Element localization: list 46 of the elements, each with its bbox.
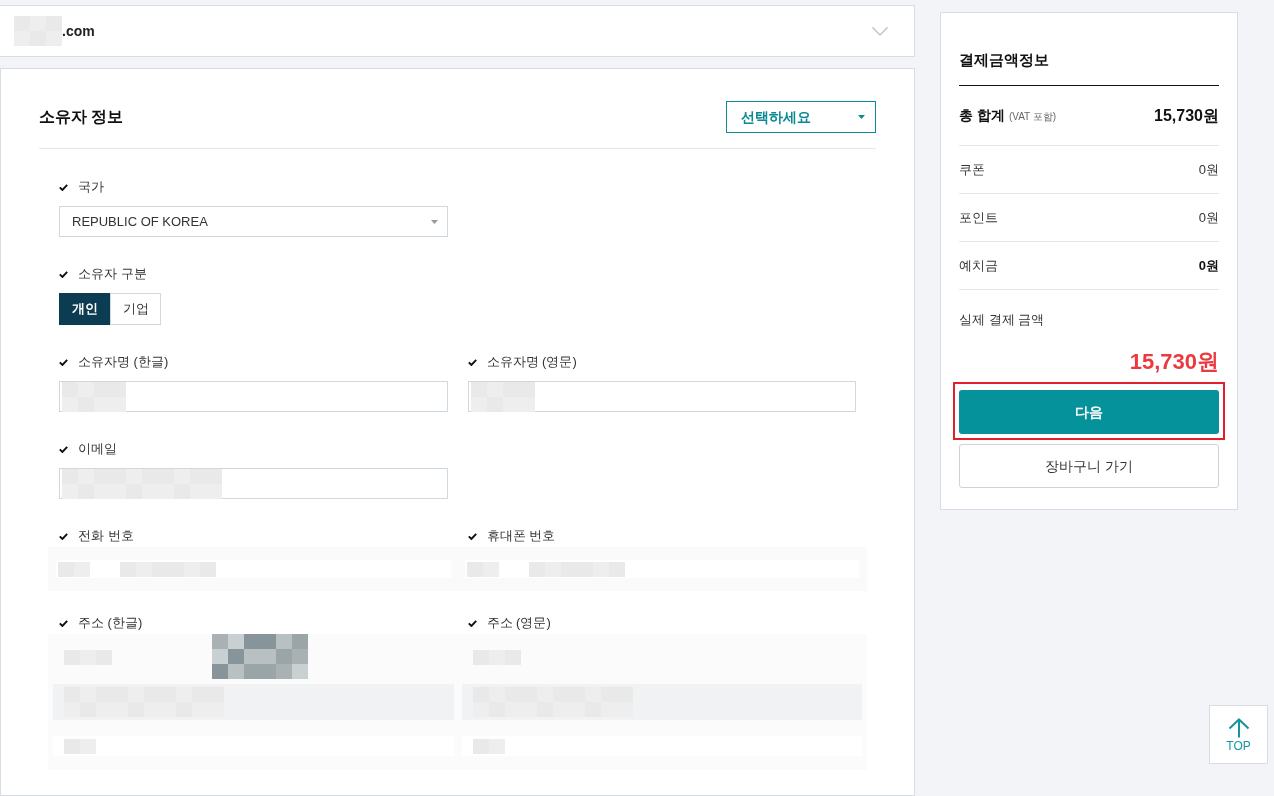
caret-icon <box>858 115 865 119</box>
field-label: 주소 (한글) <box>78 614 143 633</box>
summary-note: (VAT 포함) <box>1008 110 1057 124</box>
field-label: 휴대폰 번호 <box>486 527 556 546</box>
cart-button[interactable]: 장바구니 가기 <box>959 444 1219 488</box>
field-label: 주소 (영문) <box>486 614 551 633</box>
country-select[interactable]: REPUBLIC OF KOREA <box>59 206 448 237</box>
panel-title: 결제금액정보 <box>959 51 1049 68</box>
segment-toggle[interactable]: 기업 <box>110 293 161 325</box>
check-icon <box>59 619 68 627</box>
field-label: 소유자명 (영문) <box>486 353 577 372</box>
scroll-top-button[interactable]: TOP <box>1209 705 1268 764</box>
field-label: 소유자명 (한글) <box>78 353 169 372</box>
section-title: 소유자 정보 <box>39 107 124 127</box>
summary-label: 예치금 <box>959 256 998 275</box>
check-icon <box>59 183 68 191</box>
summary-value: 0원 <box>1198 160 1219 179</box>
segment-toggle[interactable]: 개인 <box>59 293 110 325</box>
final-amount: 15,730원 <box>1129 351 1219 373</box>
check-icon <box>59 358 68 366</box>
caret-icon <box>431 219 438 224</box>
check-icon <box>59 445 68 453</box>
check-icon <box>467 358 477 366</box>
field-label: 이메일 <box>78 440 117 459</box>
check-icon <box>59 270 68 278</box>
check-icon <box>467 532 477 540</box>
summary-value: 0원 <box>1198 208 1219 227</box>
check-icon <box>59 532 68 540</box>
input-field[interactable] <box>467 381 856 412</box>
field-label: 전화 번호 <box>78 527 134 546</box>
chevron-icon[interactable] <box>872 26 888 36</box>
input-field[interactable] <box>59 468 448 499</box>
owner-type-select[interactable]: 선택하세요 <box>726 101 876 133</box>
summary-label: 쿠폰 <box>959 160 985 179</box>
final-label: 실제 결제 금액 <box>959 312 1045 327</box>
summary-value: 0원 <box>1198 256 1219 275</box>
field-label: 소유자 구분 <box>78 265 147 284</box>
field-label: 국가 <box>78 178 104 197</box>
check-icon <box>467 619 477 627</box>
up-arrow-icon <box>1227 717 1250 738</box>
summary-label: 포인트 <box>959 208 998 227</box>
summary-value: 15,730원 <box>1154 105 1219 126</box>
domain-text: .com <box>62 21 95 41</box>
input-field[interactable] <box>59 381 448 412</box>
summary-label: 총 합계 <box>959 106 1005 125</box>
next-button[interactable]: 다음 <box>959 390 1219 434</box>
